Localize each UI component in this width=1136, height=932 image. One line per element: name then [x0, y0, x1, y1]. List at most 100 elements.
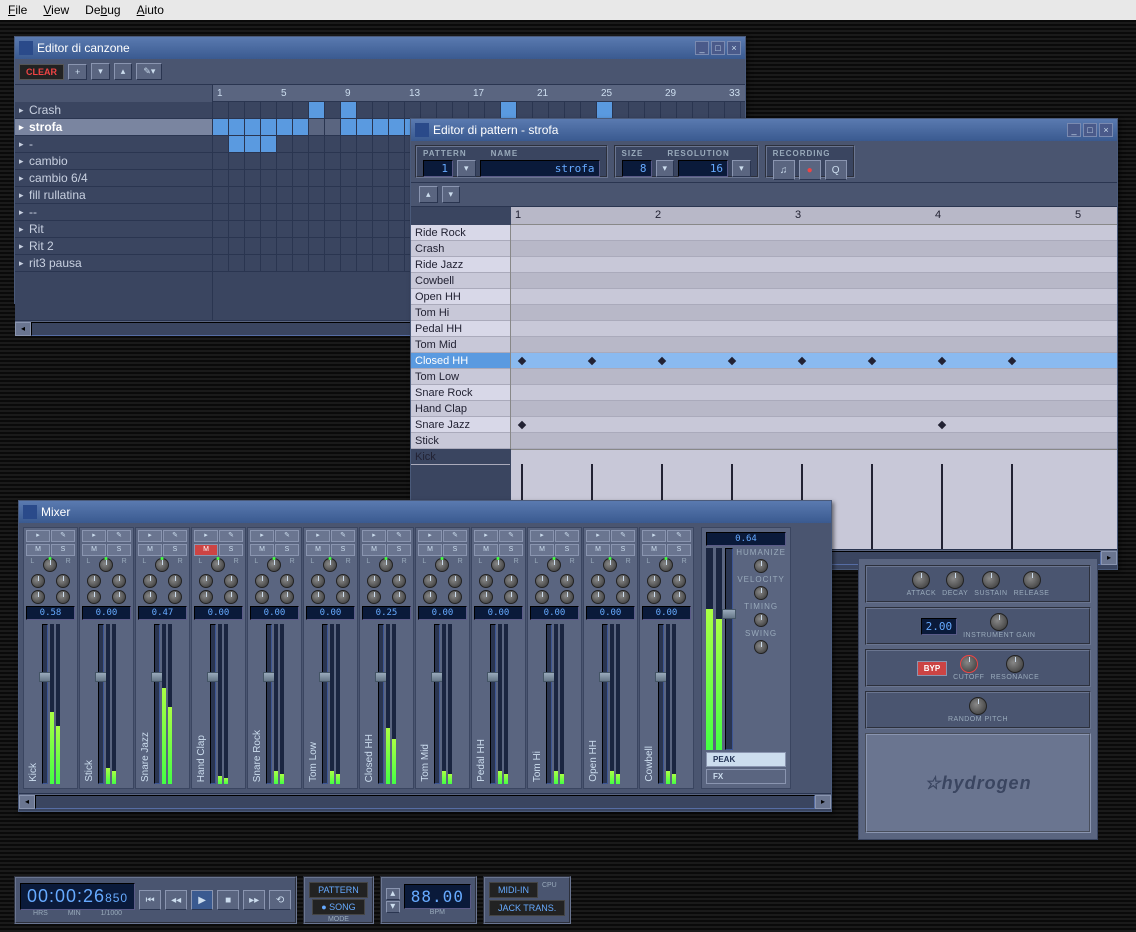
pattern-mode-button[interactable]: PATTERN [309, 882, 368, 898]
velocity-knob[interactable] [754, 586, 768, 600]
minimize-button[interactable]: _ [695, 41, 709, 55]
song-cell[interactable] [277, 221, 293, 237]
song-cell[interactable] [293, 136, 309, 152]
mute-button[interactable]: M [418, 544, 442, 556]
song-cell[interactable] [261, 255, 277, 271]
song-cell[interactable] [277, 170, 293, 186]
instrument-row[interactable]: Open HH [411, 289, 510, 305]
note[interactable] [798, 357, 806, 365]
fx4-knob[interactable] [616, 590, 630, 604]
pan-knob[interactable] [211, 558, 225, 572]
fx4-knob[interactable] [560, 590, 574, 604]
mute-button[interactable]: M [306, 544, 330, 556]
forward-button[interactable]: ▸▸ [243, 890, 265, 910]
random-pitch-knob[interactable] [969, 697, 987, 715]
fx1-knob[interactable] [143, 574, 157, 588]
pan-knob[interactable] [379, 558, 393, 572]
channel-fader[interactable]: Tom Hi [530, 622, 579, 786]
track-row[interactable]: ▸cambio [15, 153, 212, 170]
song-cell[interactable] [229, 221, 245, 237]
song-cell[interactable] [341, 153, 357, 169]
solo-button[interactable]: S [275, 544, 299, 556]
instrument-row[interactable]: Stick [411, 433, 510, 449]
edit-button[interactable]: ✎ [667, 530, 691, 542]
menu-view[interactable]: View [43, 3, 69, 17]
song-cell[interactable] [549, 102, 565, 118]
song-cell[interactable] [341, 119, 357, 135]
song-cell[interactable] [293, 204, 309, 220]
fx2-knob[interactable] [112, 574, 126, 588]
song-cell[interactable] [709, 102, 725, 118]
track-row[interactable]: ▸Crash [15, 102, 212, 119]
mute-button[interactable]: M [250, 544, 274, 556]
song-cell[interactable] [357, 187, 373, 203]
song-cell[interactable] [277, 102, 293, 118]
gain-value[interactable]: 2.00 [921, 618, 958, 635]
play-button[interactable]: ▶ [191, 890, 213, 910]
song-cell[interactable] [229, 119, 245, 135]
pan-knob[interactable] [99, 558, 113, 572]
edit-button[interactable]: ✎ [555, 530, 579, 542]
channel-fader[interactable]: Pedal HH [474, 622, 523, 786]
instrument-row[interactable]: Kick [411, 449, 510, 465]
edit-button[interactable]: ✎ [107, 530, 131, 542]
fx3-knob[interactable] [199, 590, 213, 604]
solo-button[interactable]: S [667, 544, 691, 556]
fx3-knob[interactable] [143, 590, 157, 604]
instrument-row[interactable]: Tom Low [411, 369, 510, 385]
track-row[interactable]: ▸cambio 6/4 [15, 170, 212, 187]
song-cell[interactable] [293, 153, 309, 169]
fx1-knob[interactable] [423, 574, 437, 588]
song-cell[interactable] [325, 170, 341, 186]
song-cell[interactable] [357, 255, 373, 271]
play-sample-button[interactable]: ▸ [586, 530, 610, 542]
song-cell[interactable] [293, 221, 309, 237]
release-knob[interactable] [1023, 571, 1041, 589]
song-cell[interactable] [373, 136, 389, 152]
song-editor-titlebar[interactable]: Editor di canzone _ □ × [15, 37, 745, 59]
bpm-up-button[interactable]: ▴ [386, 888, 400, 900]
scroll-left-button[interactable]: ◂ [19, 795, 35, 809]
song-cell[interactable] [373, 221, 389, 237]
song-cell[interactable] [325, 255, 341, 271]
song-cell[interactable] [245, 153, 261, 169]
song-cell[interactable] [245, 221, 261, 237]
solo-button[interactable]: S [611, 544, 635, 556]
swing-knob[interactable] [754, 640, 768, 654]
mixer-hscroll[interactable]: ◂ ▸ [19, 793, 831, 809]
back-button[interactable]: ◂◂ [165, 890, 187, 910]
solo-button[interactable]: S [163, 544, 187, 556]
fx3-knob[interactable] [591, 590, 605, 604]
song-cell[interactable] [309, 204, 325, 220]
add-track-button[interactable]: + [68, 64, 87, 80]
fx2-knob[interactable] [280, 574, 294, 588]
sustain-knob[interactable] [982, 571, 1000, 589]
song-mode-button[interactable]: SONG [312, 899, 364, 915]
timing-knob[interactable] [754, 613, 768, 627]
song-cell[interactable] [261, 221, 277, 237]
song-cell[interactable] [357, 153, 373, 169]
maximize-button[interactable]: □ [1083, 123, 1097, 137]
maximize-button[interactable]: □ [711, 41, 725, 55]
mute-button[interactable]: M [474, 544, 498, 556]
edit-button[interactable]: ✎ [499, 530, 523, 542]
fx4-knob[interactable] [280, 590, 294, 604]
song-cell[interactable] [325, 153, 341, 169]
song-cell[interactable] [389, 221, 405, 237]
play-sample-button[interactable]: ▸ [194, 530, 218, 542]
song-cell[interactable] [245, 187, 261, 203]
song-cell[interactable] [245, 238, 261, 254]
song-cell[interactable] [437, 102, 453, 118]
song-cell[interactable] [277, 255, 293, 271]
fx4-knob[interactable] [112, 590, 126, 604]
pan-knob[interactable] [155, 558, 169, 572]
song-cell[interactable] [293, 170, 309, 186]
fx2-knob[interactable] [224, 574, 238, 588]
track-row[interactable]: ▸Rit [15, 221, 212, 238]
decay-knob[interactable] [946, 571, 964, 589]
note[interactable] [938, 421, 946, 429]
close-button[interactable]: × [727, 41, 741, 55]
track-row[interactable]: ▸- [15, 136, 212, 153]
song-cell[interactable] [245, 204, 261, 220]
edit-button[interactable]: ✎ [275, 530, 299, 542]
